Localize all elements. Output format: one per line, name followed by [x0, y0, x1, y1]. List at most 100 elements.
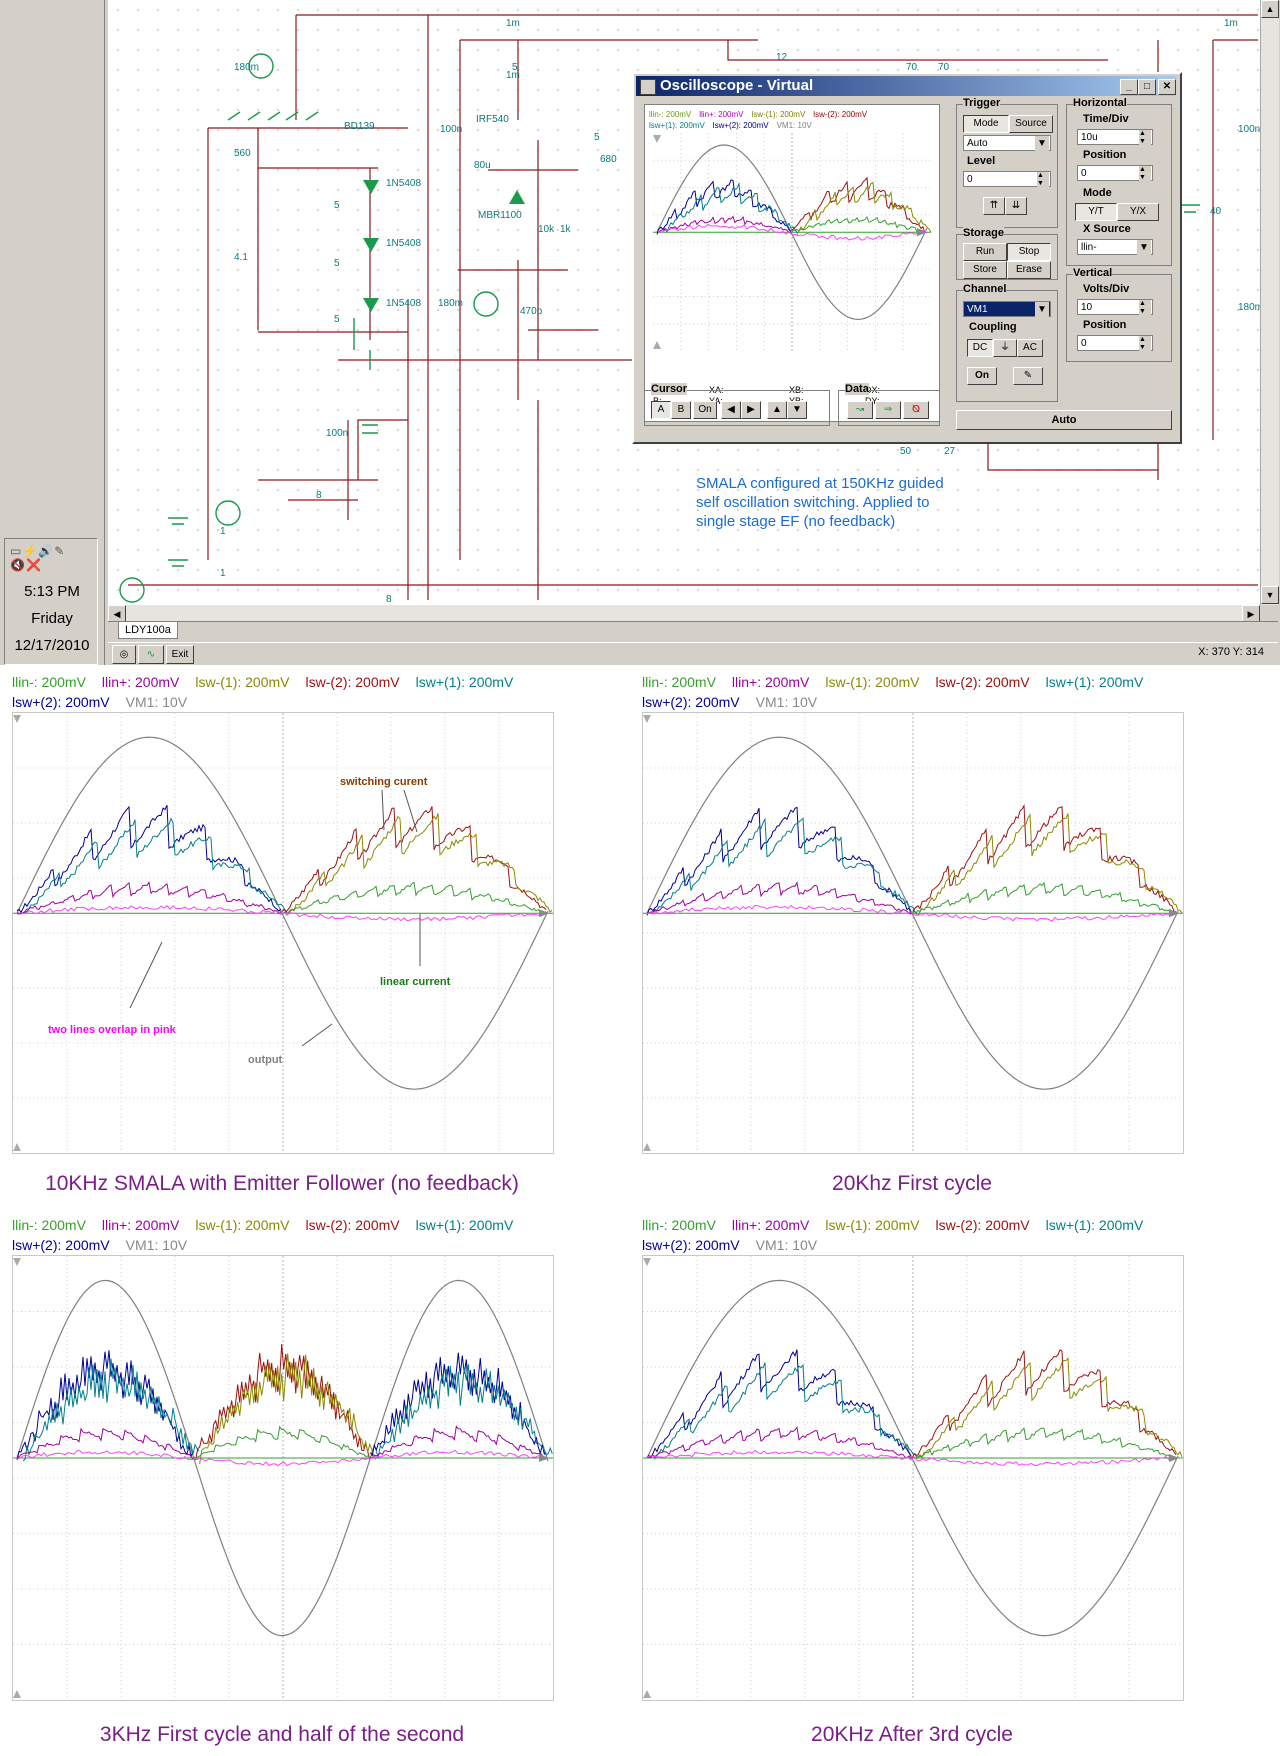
label-5b: 5 [334, 258, 340, 269]
vertical-scrollbar[interactable]: ▲ ▼ [1260, 0, 1279, 605]
rising-edge-icon[interactable]: ⇈ [983, 197, 1005, 215]
exit-button[interactable]: Exit [166, 645, 194, 664]
v-position-input[interactable]: 0 ▲ ▼ [1077, 335, 1153, 352]
legend-line2: lsw+(2): 200mV VM1: 10V [642, 1235, 1182, 1255]
legend-line1: llin-: 200mV llin+: 200mV lsw-(1): 200mV ls… [642, 1215, 1182, 1235]
trace-lsw-minus-1 [917, 813, 1183, 917]
mini-legend-item: lsw-(2): 200mV [813, 110, 868, 119]
mini-legend: llin-: 200mV llin+: 200mV lsw-(1): 200mV ls… [649, 109, 935, 131]
open-data-icon[interactable]: ↝ [847, 401, 873, 419]
close-icon[interactable]: ✕ [1158, 79, 1176, 95]
legend-item: VM1: 10V [755, 1237, 818, 1253]
chevron-down-icon[interactable]: ▼ [1137, 240, 1151, 256]
v-position-spinner-icon[interactable]: ▲ ▼ [1139, 336, 1151, 352]
trace-llin-plus [370, 1425, 547, 1460]
sheet-tab[interactable]: LDY100a [118, 622, 178, 639]
label-1m-b: 1m [506, 70, 520, 81]
trigger-mode-select[interactable]: Auto ▼ [963, 135, 1051, 152]
chevron-down-icon[interactable]: ▼ [1035, 302, 1049, 318]
legend-item: lsw+(2): 200mV [12, 1237, 110, 1253]
legend-item: lsw+(1): 200mV [1045, 1217, 1144, 1233]
scope-plot [642, 1255, 1184, 1701]
legend-item: lsw+(1): 200mV [415, 674, 514, 690]
bottom-marker-icon [643, 1690, 651, 1698]
h-position-spinner-icon[interactable]: ▲ ▼ [1139, 166, 1151, 182]
horizontal-scrollbar[interactable]: ◀ ▶ [108, 605, 1260, 623]
volts-div-spinner-icon[interactable]: ▲ ▼ [1139, 300, 1151, 316]
cursor-b-button[interactable]: B [671, 401, 691, 419]
vertical-group: Vertical Volts/Div 10 ▲ ▼ Position 0 ▲ ▼ [1066, 267, 1172, 362]
h-position-input[interactable]: 0 ▲ ▼ [1077, 165, 1153, 182]
falling-edge-icon[interactable]: ⇊ [1005, 197, 1027, 215]
panel-caption: 20KHz After 3rd cycle [811, 1723, 1013, 1746]
pen-icon[interactable]: ✎ [1013, 367, 1043, 385]
panel-3khz: llin-: 200mV llin+: 200mV lsw-(1): 200mV ls… [12, 1215, 554, 1747]
oscilloscope-tool-icon[interactable]: ∿ [138, 645, 164, 664]
oscilloscope-screen[interactable]: llin-: 200mV llin+: 200mV lsw-(1): 200mV ls… [644, 104, 940, 422]
mini-legend-item: llin-: 200mV [649, 110, 692, 119]
bottom-marker-icon [13, 1690, 21, 1698]
cursor-down-icon[interactable]: ▼ [787, 401, 807, 419]
horizontal-group-label: Horizontal [1073, 97, 1127, 109]
ground-icon[interactable]: ⏚ [993, 339, 1017, 357]
panel-10khz: llin-: 200mV llin+: 200mV lsw-(1): 200mV ls… [12, 672, 554, 1196]
cursor-left-icon[interactable]: ◀ [721, 401, 741, 419]
horizontal-group: Horizontal Time/Div 10u ▲ ▼ Position 0 ▲ ▼ M… [1066, 97, 1172, 266]
clock-time[interactable]: 5:13 PM [0, 583, 104, 600]
chevron-down-icon[interactable]: ▼ [1035, 136, 1049, 152]
x-source-select[interactable]: llin- ▼ [1077, 239, 1153, 256]
level-spinner-icon[interactable]: ▲ ▼ [1037, 172, 1049, 188]
maximize-icon[interactable]: □ [1138, 79, 1156, 95]
oscilloscope-window[interactable]: Oscilloscope - Virtual _ □ ✕ llin-: 200m… [632, 72, 1182, 444]
clear-data-icon[interactable]: ⦰ [903, 401, 929, 419]
legend-item: lsw+(1): 200mV [1045, 674, 1144, 690]
yt-button[interactable]: Y/T [1075, 203, 1117, 221]
trigger-source-button[interactable]: Source [1009, 115, 1053, 133]
label-80u: 80u [474, 160, 491, 171]
mini-legend-item: VM1: 10V [776, 121, 812, 130]
trace-lsw-minus-1 [199, 1353, 377, 1465]
trigger-marker-icon [653, 135, 661, 143]
trace-lsw-minus-2 [281, 806, 547, 913]
legend-line1: llin-: 200mV llin+: 200mV lsw-(1): 200mV ls… [12, 1215, 552, 1235]
channel-on-button[interactable]: On [967, 367, 997, 385]
auto-button[interactable]: Auto [956, 410, 1172, 430]
cursor-tool-icon[interactable]: ◎ [112, 645, 136, 664]
label-10k: 10k [538, 224, 555, 235]
volts-div-input[interactable]: 10 ▲ ▼ [1077, 299, 1153, 316]
run-button[interactable]: Run [963, 243, 1007, 261]
label-560: 560 [234, 148, 251, 159]
channel-select[interactable]: VM1 ▼ [963, 301, 1051, 318]
ac-button[interactable]: AC [1017, 339, 1043, 357]
cursor-right-icon[interactable]: ▶ [741, 401, 761, 419]
time-div-input[interactable]: 10u ▲ ▼ [1077, 129, 1153, 146]
level-input[interactable]: 0 ▲ ▼ [963, 171, 1051, 188]
label-50: 50 [900, 446, 912, 457]
scroll-up-button[interactable]: ▲ [1261, 0, 1279, 18]
trigger-mode-button[interactable]: Mode [963, 115, 1009, 133]
legend-line2: lsw+(2): 200mV VM1: 10V [642, 692, 1182, 712]
trigger-group: Trigger Mode Source Auto ▼ Level 0 ▲ ▼ ⇈ ⇊ [956, 97, 1058, 228]
minimize-icon[interactable]: _ [1120, 79, 1138, 95]
save-data-icon[interactable]: ⇒ [875, 401, 901, 419]
store-button[interactable]: Store [963, 261, 1007, 279]
grid [643, 713, 1183, 1153]
mini-legend-item: lsw-(1): 200mV [751, 110, 806, 119]
legend: llin-: 200mV llin+: 200mV lsw-(1): 200mV ls… [12, 672, 552, 712]
oscilloscope-title-bar[interactable]: Oscilloscope - Virtual _ □ ✕ [636, 76, 1176, 96]
yx-button[interactable]: Y/X [1117, 203, 1159, 221]
tray-icons[interactable]: ▭⚡🔊✎ 🔇❌ [10, 544, 65, 572]
time-div-spinner-icon[interactable]: ▲ ▼ [1139, 130, 1151, 146]
trace-lsw-plus-2 [646, 1349, 912, 1459]
label-27: 27 [944, 446, 956, 457]
dc-button[interactable]: DC [967, 339, 993, 357]
trace-lsw-minus-2 [193, 1344, 371, 1461]
cursor-up-icon[interactable]: ▲ [767, 401, 787, 419]
cursor-on-button[interactable]: On [693, 401, 717, 419]
stop-button[interactable]: Stop [1007, 243, 1051, 261]
scope-plot-svg [643, 713, 1183, 1153]
erase-button[interactable]: Erase [1007, 261, 1051, 279]
cursor-a-button[interactable]: A [651, 401, 671, 419]
trigger-marker-icon [643, 715, 651, 723]
scroll-down-button[interactable]: ▼ [1261, 586, 1279, 604]
